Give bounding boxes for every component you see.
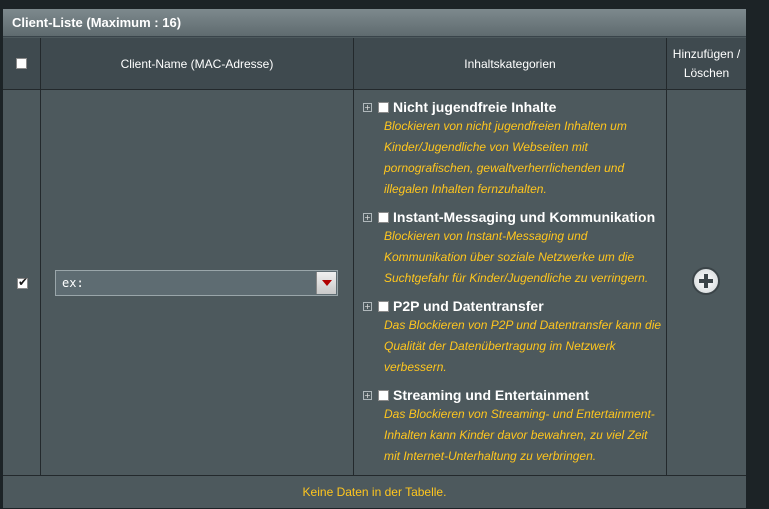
category-title: Instant-Messaging und Kommunikation — [393, 209, 656, 225]
client-name-cell: ex: — [41, 90, 354, 475]
category-checkbox[interactable] — [378, 300, 389, 312]
row-checkbox[interactable] — [17, 275, 28, 289]
category-instant-messaging: + Instant-Messaging und Kommunikation Bl… — [363, 209, 668, 289]
client-select[interactable]: ex: — [55, 270, 338, 296]
expand-icon[interactable]: + — [363, 390, 372, 400]
client-list-table: Client-Liste (Maximum : 16) Client-Name … — [3, 9, 746, 508]
desc-line: Kommunikation über soziale Netzwerke um … — [384, 250, 635, 264]
header-client-name: Client-Name (MAC-Adresse) — [41, 38, 354, 89]
row-select-cell — [3, 90, 41, 475]
expand-icon[interactable]: + — [363, 102, 372, 112]
add-button[interactable] — [692, 267, 720, 295]
categories-cell: + Nicht jugendfreie Inhalte Blockieren v… — [354, 90, 667, 475]
chevron-down-icon[interactable] — [316, 272, 336, 294]
category-description: Blockieren von Instant-Messaging und Kom… — [363, 226, 668, 289]
category-title: Nicht jugendfreie Inhalte — [393, 99, 557, 115]
category-checkbox[interactable] — [378, 389, 389, 401]
desc-line: Kinder/Jugendliche von Webseiten mit — [384, 140, 588, 154]
desc-line: pornografischen, gewaltverherrlichenden … — [384, 161, 625, 175]
category-checkbox[interactable] — [378, 101, 389, 113]
empty-table-message: Keine Daten in der Tabelle. — [3, 475, 746, 508]
desc-line: Inhalten kann Kinder davor bewahren, zu … — [384, 428, 648, 442]
table-title: Client-Liste (Maximum : 16) — [3, 9, 746, 37]
category-description: Das Blockieren von P2P und Datentransfer… — [363, 315, 668, 378]
expand-icon[interactable]: + — [363, 212, 372, 222]
add-delete-cell — [667, 90, 746, 475]
category-description: Das Blockieren von Streaming- und Entert… — [363, 404, 668, 467]
desc-line: verbessern. — [384, 360, 447, 374]
desc-line: Blockieren von nicht jugendfreien Inhalt… — [384, 119, 627, 133]
desc-line: mit Internet-Unterhaltung zu verbringen. — [384, 449, 597, 463]
category-adult: + Nicht jugendfreie Inhalte Blockieren v… — [363, 99, 668, 200]
category-title: Streaming und Entertainment — [393, 387, 590, 403]
category-title: P2P und Datentransfer — [393, 298, 544, 314]
desc-line: Qualität der Datenübertragung im Netzwer… — [384, 339, 616, 353]
client-select-value: ex: — [62, 276, 84, 290]
header-add-delete: Hinzufügen / Löschen — [672, 46, 741, 80]
expand-icon[interactable]: + — [363, 301, 372, 311]
table-row: ex: + Nicht jugendfreie Inhalte Blockier… — [3, 90, 746, 475]
desc-line: Blockieren von Instant-Messaging und — [384, 229, 588, 243]
desc-line: Das Blockieren von P2P und Datentransfer… — [384, 318, 662, 332]
header-categories: Inhaltskategorien — [354, 38, 667, 89]
category-description: Blockieren von nicht jugendfreien Inhalt… — [363, 116, 668, 200]
header-row: Client-Name (MAC-Adresse) Inhaltskategor… — [3, 38, 746, 90]
header-select-cell — [3, 38, 41, 89]
select-all-checkbox[interactable] — [16, 58, 27, 69]
desc-line: Suchtgefahr für Kinder/Jugendliche zu ve… — [384, 271, 649, 285]
desc-line: Das Blockieren von Streaming- und Entert… — [384, 407, 655, 421]
category-streaming: + Streaming und Entertainment Das Blocki… — [363, 387, 668, 467]
category-checkbox[interactable] — [378, 211, 389, 223]
desc-line: illegalen Inhalten fernzuhalten. — [384, 182, 547, 196]
category-p2p: + P2P und Datentransfer Das Blockieren v… — [363, 298, 668, 378]
